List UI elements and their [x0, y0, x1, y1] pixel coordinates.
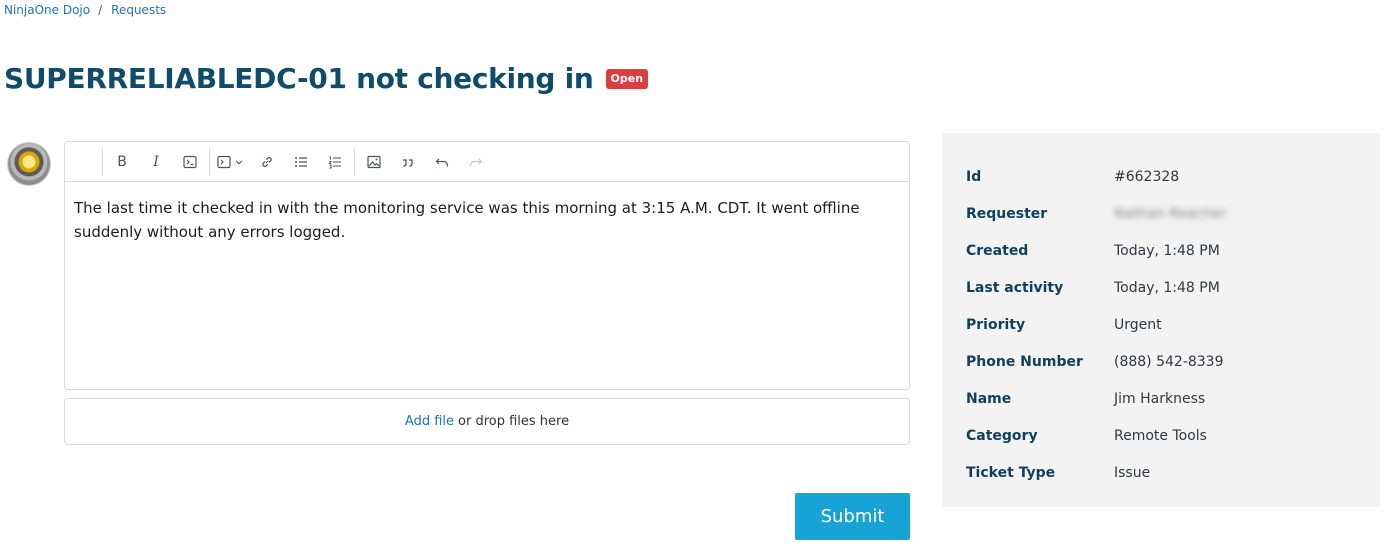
detail-row-ticket-type: Ticket Type Issue — [942, 454, 1380, 491]
redo-icon[interactable] — [459, 142, 493, 182]
detail-value: Today, 1:48 PM — [1114, 279, 1220, 296]
breadcrumb-separator: / — [98, 3, 103, 17]
detail-label: Last activity — [966, 279, 1064, 296]
comment-editor: B I The last time it checked in with the… — [64, 141, 910, 390]
italic-icon[interactable]: I — [139, 142, 173, 182]
toolbar-divider — [354, 147, 355, 176]
code-icon[interactable] — [173, 142, 207, 182]
detail-label: Requester — [966, 205, 1048, 222]
detail-row-id: Id #662328 — [942, 158, 1380, 195]
title-row: SUPERRELIABLEDC-01 not checking in Open — [4, 62, 649, 95]
detail-value: Issue — [1114, 464, 1151, 481]
detail-value: Jim Harkness — [1114, 390, 1206, 407]
code-block-icon[interactable] — [210, 142, 250, 182]
detail-value: Nathan Reacher — [1114, 205, 1227, 222]
detail-label: Ticket Type — [966, 464, 1056, 481]
breadcrumb: NinjaOne Dojo / Requests — [4, 3, 166, 17]
detail-value: (888) 542-8339 — [1114, 353, 1224, 370]
link-icon[interactable] — [250, 142, 284, 182]
detail-value: Remote Tools — [1114, 427, 1207, 444]
detail-value: #662328 — [1114, 168, 1180, 185]
detail-row-name: Name Jim Harkness — [942, 380, 1380, 417]
detail-row-phone-number: Phone Number (888) 542-8339 — [942, 343, 1380, 380]
breadcrumb-requests-link[interactable]: Requests — [111, 3, 166, 17]
editor-content[interactable]: The last time it checked in with the mon… — [65, 182, 909, 258]
quote-icon[interactable] — [391, 142, 425, 182]
detail-label: Name — [966, 390, 1012, 407]
detail-label: Priority — [966, 316, 1026, 333]
editor-toolbar: B I — [65, 142, 909, 182]
submit-button[interactable]: Submit — [795, 493, 910, 540]
page-title: SUPERRELIABLEDC-01 not checking in — [4, 62, 594, 95]
bold-icon[interactable]: B — [105, 142, 139, 182]
undo-icon[interactable] — [425, 142, 459, 182]
file-dropzone[interactable]: Add file or drop files here — [64, 398, 910, 445]
detail-row-created: Created Today, 1:48 PM — [942, 232, 1380, 269]
bullet-list-icon[interactable] — [284, 142, 318, 182]
status-badge: Open — [605, 68, 649, 89]
image-icon[interactable] — [357, 142, 391, 182]
breadcrumb-home-link[interactable]: NinjaOne Dojo — [4, 3, 90, 17]
detail-label: Created — [966, 242, 1029, 259]
detail-value: Urgent — [1114, 316, 1162, 333]
detail-label: Category — [966, 427, 1038, 444]
detail-row-priority: Priority Urgent — [942, 306, 1380, 343]
detail-row-category: Category Remote Tools — [942, 417, 1380, 454]
numbered-list-icon[interactable] — [318, 142, 352, 182]
detail-value: Today, 1:48 PM — [1114, 242, 1220, 259]
detail-row-last-activity: Last activity Today, 1:48 PM — [942, 269, 1380, 306]
request-details-panel: Id #662328 Requester Nathan Reacher Crea… — [942, 133, 1380, 507]
detail-label: Id — [966, 168, 982, 185]
drop-files-text: or drop files here — [458, 414, 570, 429]
detail-row-requester: Requester Nathan Reacher — [942, 195, 1380, 232]
detail-label: Phone Number — [966, 353, 1083, 370]
avatar — [8, 143, 50, 185]
toolbar-divider — [102, 148, 103, 176]
add-file-link[interactable]: Add file — [405, 414, 454, 429]
